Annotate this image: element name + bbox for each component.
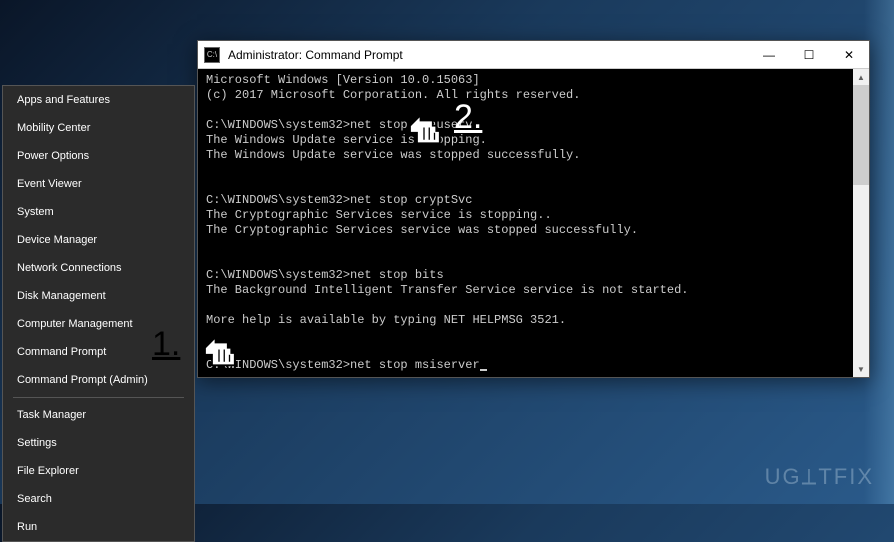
menu-task-manager[interactable]: Task Manager: [3, 401, 194, 429]
terminal-cursor: [480, 369, 487, 371]
menu-item-label: Apps and Features: [17, 94, 110, 106]
menu-mobility-center[interactable]: Mobility Center: [3, 114, 194, 142]
window-controls: — ☐ ✕: [749, 41, 869, 68]
minimize-button[interactable]: —: [749, 41, 789, 68]
scroll-thumb[interactable]: [853, 85, 869, 185]
annotation-label-1: 1.: [152, 325, 180, 364]
menu-search[interactable]: Search: [3, 485, 194, 513]
menu-settings[interactable]: Settings: [3, 429, 194, 457]
menu-item-label: Search: [17, 493, 52, 505]
menu-event-viewer[interactable]: Event Viewer: [3, 170, 194, 198]
scroll-down-icon[interactable]: ▼: [853, 361, 869, 377]
scrollbar[interactable]: ▲ ▼: [853, 69, 869, 377]
menu-item-label: Task Manager: [17, 409, 86, 421]
maximize-icon: ☐: [804, 48, 815, 62]
menu-item-label: System: [17, 206, 54, 218]
minimize-icon: —: [763, 48, 775, 62]
menu-item-label: Mobility Center: [17, 122, 90, 134]
menu-item-label: Disk Management: [17, 290, 106, 302]
icon-text: C:\: [207, 50, 217, 59]
maximize-button[interactable]: ☐: [789, 41, 829, 68]
menu-item-label: Run: [17, 521, 37, 533]
menu-item-label: Event Viewer: [17, 178, 82, 190]
menu-item-label: Command Prompt (Admin): [17, 374, 148, 386]
menu-divider: [13, 397, 184, 398]
menu-item-label: Computer Management: [17, 318, 133, 330]
menu-item-label: File Explorer: [17, 465, 79, 477]
winx-context-menu: Apps and Features Mobility Center Power …: [2, 85, 195, 542]
menu-system[interactable]: System: [3, 198, 194, 226]
menu-run[interactable]: Run: [3, 513, 194, 541]
menu-network-connections[interactable]: Network Connections: [3, 254, 194, 282]
close-button[interactable]: ✕: [829, 41, 869, 68]
menu-item-label: Power Options: [17, 150, 89, 162]
menu-file-explorer[interactable]: File Explorer: [3, 457, 194, 485]
cmd-icon: C:\: [204, 47, 220, 63]
close-icon: ✕: [844, 48, 854, 62]
terminal-output[interactable]: Microsoft Windows [Version 10.0.15063] (…: [198, 69, 869, 377]
terminal-text: Microsoft Windows [Version 10.0.15063] (…: [206, 73, 688, 372]
command-prompt-window: C:\ Administrator: Command Prompt — ☐ ✕ …: [197, 40, 870, 378]
menu-power-options[interactable]: Power Options: [3, 142, 194, 170]
scroll-up-icon[interactable]: ▲: [853, 69, 869, 85]
menu-item-label: Settings: [17, 437, 57, 449]
menu-item-label: Device Manager: [17, 234, 97, 246]
window-title: Administrator: Command Prompt: [226, 48, 749, 62]
menu-item-label: Command Prompt: [17, 346, 106, 358]
menu-disk-management[interactable]: Disk Management: [3, 282, 194, 310]
menu-command-prompt-admin[interactable]: Command Prompt (Admin): [3, 366, 194, 394]
menu-item-label: Network Connections: [17, 262, 122, 274]
menu-device-manager[interactable]: Device Manager: [3, 226, 194, 254]
menu-apps-features[interactable]: Apps and Features: [3, 86, 194, 114]
window-titlebar[interactable]: C:\ Administrator: Command Prompt — ☐ ✕: [198, 41, 869, 69]
annotation-cursor-1: [198, 332, 240, 374]
watermark: UG⟂TFIX: [765, 464, 874, 490]
annotation-label-2: 2.: [454, 98, 482, 137]
annotation-cursor-2: [403, 110, 445, 152]
